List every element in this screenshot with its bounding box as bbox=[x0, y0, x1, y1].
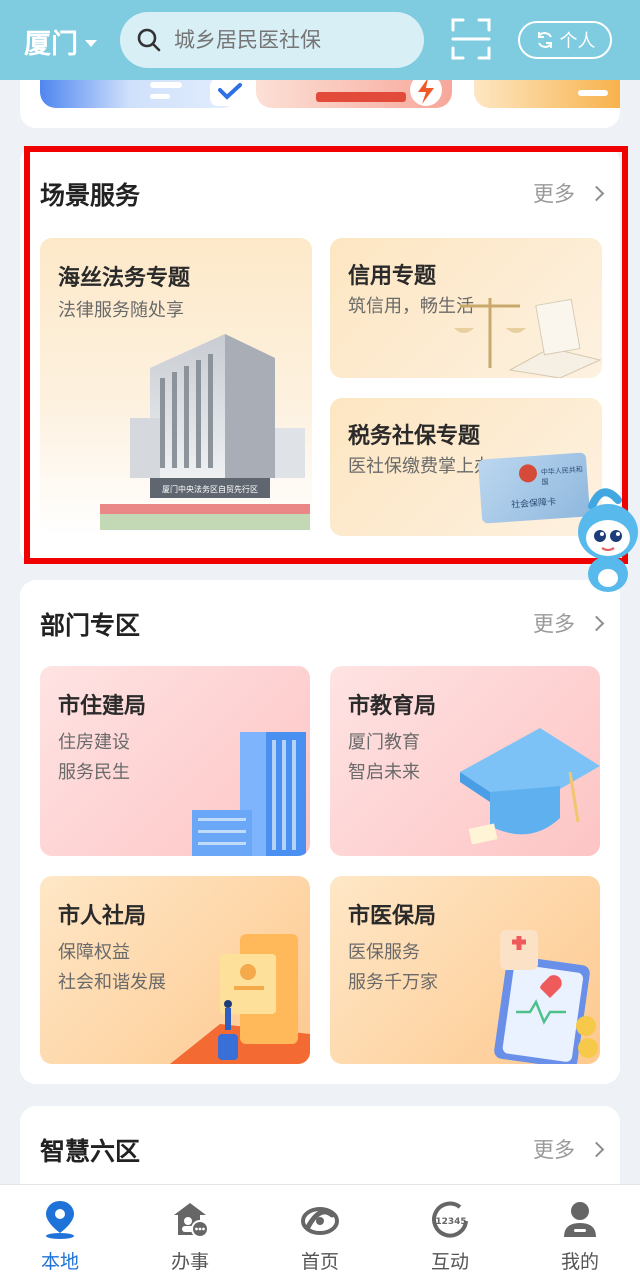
scene-services-section: 场景服务 更多 海丝法务专题 法律服务随处享 厦门中央法务区自贸先行区 信用专题… bbox=[20, 146, 620, 564]
personal-mode-button[interactable]: 个人 bbox=[518, 21, 612, 59]
dept-line1: 住房建设 bbox=[58, 732, 130, 753]
tab-label: 本地 bbox=[40, 1251, 79, 1273]
top-header: 厦门 个人 bbox=[0, 0, 640, 80]
search-input[interactable] bbox=[174, 28, 394, 52]
card-issuer-text: 中华人民共和国 bbox=[540, 465, 584, 487]
dept-card-housing[interactable]: 市住建局 住房建设 服务民生 bbox=[40, 666, 310, 856]
user-icon bbox=[564, 1202, 596, 1237]
dept-line1: 保障权益 bbox=[58, 942, 130, 963]
emblem-icon bbox=[518, 463, 538, 483]
dept-line2: 服务民生 bbox=[58, 762, 130, 783]
legal-topic-card[interactable]: 海丝法务专题 法律服务随处享 厦门中央法务区自贸先行区 bbox=[40, 238, 312, 536]
city-selector[interactable]: 厦门 bbox=[24, 22, 97, 61]
service-hall-icon bbox=[174, 1203, 209, 1238]
dept-line1: 医保服务 bbox=[348, 942, 420, 963]
chevron-right-icon bbox=[588, 185, 605, 201]
dept-title: 市住建局 bbox=[58, 694, 147, 719]
chevron-right-icon bbox=[588, 1141, 605, 1157]
card-subtitle: 医社保缴费掌上办 bbox=[348, 456, 492, 477]
home-logo-icon bbox=[301, 1207, 339, 1235]
tab-label: 办事 bbox=[170, 1251, 209, 1273]
departments-section: 部门专区 更多 市住建局 住房建设 服务民生 市教育局 厦门教育 智启未来 市人… bbox=[20, 580, 620, 1084]
search-icon bbox=[137, 28, 161, 52]
more-label: 更多 bbox=[533, 612, 575, 636]
switch-icon bbox=[537, 32, 552, 48]
profile-board-icon bbox=[170, 934, 310, 1064]
card-title: 税务社保专题 bbox=[348, 424, 481, 449]
more-label: 更多 bbox=[533, 1138, 575, 1162]
tab-label: 互动 bbox=[430, 1251, 469, 1273]
check-badge-icon bbox=[210, 78, 250, 106]
dept-card-human-resources[interactable]: 市人社局 保障权益 社会和谐发展 bbox=[40, 876, 310, 1064]
chevron-right-icon bbox=[588, 615, 605, 631]
tab-home[interactable]: 首页 bbox=[256, 1199, 384, 1274]
bottom-tab-bar: 本地 办事 首页 12345 互动 我的 bbox=[0, 1184, 640, 1284]
location-pin-icon bbox=[46, 1201, 74, 1239]
dept-line2: 社会和谐发展 bbox=[58, 972, 166, 993]
departments-more-link[interactable]: 更多 bbox=[533, 608, 605, 638]
card-title: 海丝法务专题 bbox=[58, 266, 191, 291]
scene-more-link[interactable]: 更多 bbox=[533, 178, 605, 208]
mode-label: 个人 bbox=[559, 31, 596, 52]
credit-topic-card[interactable]: 信用专题 筑信用，畅生活 bbox=[330, 238, 602, 378]
six-districts-more-link[interactable]: 更多 bbox=[533, 1134, 605, 1164]
section-title-departments: 部门专区 bbox=[40, 611, 141, 640]
hotline-number: 12345 bbox=[435, 1217, 466, 1227]
scale-book-illustration bbox=[454, 298, 602, 378]
scan-icon[interactable] bbox=[451, 18, 491, 60]
dept-title: 市教育局 bbox=[348, 694, 437, 719]
card-text: 社会保障卡 bbox=[510, 497, 557, 511]
tab-label: 首页 bbox=[300, 1251, 339, 1273]
tab-local[interactable]: 本地 bbox=[0, 1199, 124, 1274]
city-label: 厦门 bbox=[24, 29, 78, 60]
dept-line2: 服务千万家 bbox=[348, 972, 438, 993]
dept-line1: 厦门教育 bbox=[348, 732, 420, 753]
dept-line2: 智启未来 bbox=[348, 762, 420, 783]
tax-social-security-card[interactable]: 税务社保专题 医社保缴费掌上办 中华人民共和国 社会保障卡 bbox=[330, 398, 602, 536]
building-sign-text: 厦门中央法务区自贸先行区 bbox=[162, 484, 258, 494]
card-title: 信用专题 bbox=[348, 264, 437, 289]
dept-card-medical-insurance[interactable]: 市医保局 医保服务 服务千万家 bbox=[330, 876, 600, 1064]
hotline-12345-icon: 12345 bbox=[432, 1201, 468, 1238]
section-title-scene: 场景服务 bbox=[40, 181, 141, 210]
caret-down-icon bbox=[85, 40, 97, 47]
mascot-icon[interactable] bbox=[572, 486, 640, 598]
graduation-cap-icon bbox=[460, 728, 600, 845]
tab-label: 我的 bbox=[560, 1251, 599, 1273]
dept-title: 市人社局 bbox=[58, 904, 147, 929]
card-subtitle: 法律服务随处享 bbox=[58, 300, 184, 321]
section-title-six-districts: 智慧六区 bbox=[40, 1137, 141, 1166]
tab-interaction[interactable]: 12345 互动 bbox=[386, 1199, 514, 1274]
tab-services[interactable]: 办事 bbox=[126, 1199, 254, 1274]
medical-phone-icon bbox=[494, 930, 598, 1064]
dept-card-education[interactable]: 市教育局 厦门教育 智启未来 bbox=[330, 666, 600, 856]
search-bar[interactable] bbox=[120, 12, 424, 68]
tab-mine[interactable]: 我的 bbox=[516, 1199, 640, 1274]
quick-tiles-card bbox=[20, 74, 620, 128]
dept-title: 市医保局 bbox=[348, 904, 437, 929]
building-illustration: 厦门中央法务区自贸先行区 bbox=[100, 334, 310, 530]
more-label: 更多 bbox=[533, 182, 575, 206]
lightning-icon bbox=[410, 76, 442, 106]
building-icon bbox=[192, 732, 306, 856]
